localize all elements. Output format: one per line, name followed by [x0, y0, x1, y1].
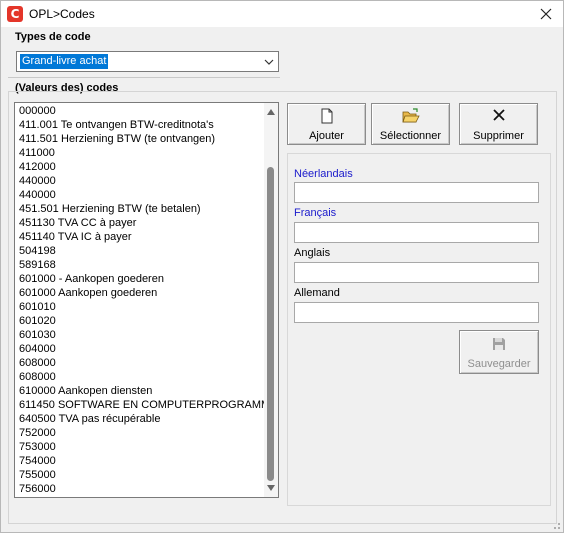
list-item[interactable]: 411.001 Te ontvangen BTW-creditnota's — [15, 118, 265, 132]
list-item[interactable]: 440000 — [15, 174, 265, 188]
french-label: Français — [294, 207, 337, 219]
list-item[interactable]: 753000 — [15, 440, 265, 454]
list-item[interactable]: 601020 — [15, 314, 265, 328]
list-item[interactable]: 504198 — [15, 244, 265, 258]
vertical-scrollbar[interactable] — [264, 103, 278, 497]
codes-list: 000000 411.001 Te ontvangen BTW-creditnot… — [15, 103, 265, 496]
add-button-label: Ajouter — [309, 130, 344, 142]
x-icon — [492, 109, 505, 121]
codes-window: C OPL>Codes Types de code Grand-livre ac… — [0, 0, 564, 533]
list-item[interactable]: 601000 Aankopen goederen — [15, 286, 265, 300]
code-type-select[interactable]: Grand-livre achat — [16, 51, 279, 72]
list-item[interactable]: 752000 — [15, 426, 265, 440]
list-item[interactable]: 755000 — [15, 468, 265, 482]
close-icon — [540, 8, 552, 20]
chevron-down-icon — [264, 59, 274, 65]
english-label: Anglais — [294, 247, 331, 259]
scroll-thumb[interactable] — [267, 167, 274, 481]
scroll-down-button[interactable] — [264, 481, 278, 495]
close-button[interactable] — [529, 1, 563, 27]
types-group-label: Types de code — [13, 31, 93, 43]
dutch-field[interactable] — [294, 182, 539, 203]
triangle-up-icon — [267, 109, 275, 115]
german-label: Allemand — [294, 287, 340, 299]
add-button[interactable]: Ajouter — [287, 103, 366, 145]
delete-button[interactable]: Supprimer — [459, 103, 538, 145]
delete-button-label: Supprimer — [473, 130, 524, 142]
list-item[interactable]: 451140 TVA IC à payer — [15, 230, 265, 244]
list-item[interactable]: 411.501 Herziening BTW (te ontvangen) — [15, 132, 265, 146]
list-item[interactable]: 451130 TVA CC à payer — [15, 216, 265, 230]
list-item[interactable]: 000000 — [15, 104, 265, 118]
select-button[interactable]: Sélectionner — [371, 103, 450, 145]
list-item[interactable]: 412000 — [15, 160, 265, 174]
open-folder-icon — [401, 108, 420, 123]
list-item[interactable]: 601000 - Aankopen goederen — [15, 272, 265, 286]
title-bar: C OPL>Codes — [1, 1, 563, 27]
app-logo-icon: C — [7, 6, 23, 22]
list-item[interactable]: 589168 — [15, 258, 265, 272]
list-item[interactable]: 608000 — [15, 356, 265, 370]
new-document-icon — [321, 108, 332, 124]
list-item[interactable]: 610000 Aankopen diensten — [15, 384, 265, 398]
list-item[interactable]: 604000 — [15, 342, 265, 356]
list-item[interactable]: 601010 — [15, 300, 265, 314]
list-item[interactable]: 451.501 Herziening BTW (te betalen) — [15, 202, 265, 216]
list-item[interactable]: 640500 TVA pas récupérable — [15, 412, 265, 426]
german-field[interactable] — [294, 302, 539, 323]
list-item[interactable]: 756000 — [15, 482, 265, 496]
list-item[interactable]: 608000 — [15, 370, 265, 384]
codes-listbox[interactable]: 000000 411.001 Te ontvangen BTW-creditnot… — [14, 102, 279, 498]
resize-grip-icon[interactable] — [551, 520, 561, 530]
window-title: OPL>Codes — [29, 7, 95, 21]
save-button[interactable]: Sauvegarder — [459, 330, 539, 374]
dutch-label: Néerlandais — [294, 168, 353, 180]
french-field[interactable] — [294, 222, 539, 243]
list-item[interactable]: 601030 — [15, 328, 265, 342]
save-button-label: Sauvegarder — [467, 358, 531, 370]
list-item[interactable]: 411000 — [15, 146, 265, 160]
list-item[interactable]: 754000 — [15, 454, 265, 468]
code-type-selected-value: Grand-livre achat — [20, 54, 109, 69]
scroll-up-button[interactable] — [264, 105, 278, 119]
english-field[interactable] — [294, 262, 539, 283]
floppy-disk-icon — [493, 338, 505, 350]
list-item[interactable]: 611450 SOFTWARE EN COMPUTERPROGRAMMA'S — [15, 398, 265, 412]
select-button-label: Sélectionner — [379, 130, 442, 142]
list-item[interactable]: 440000 — [15, 188, 265, 202]
triangle-down-icon — [267, 485, 275, 491]
